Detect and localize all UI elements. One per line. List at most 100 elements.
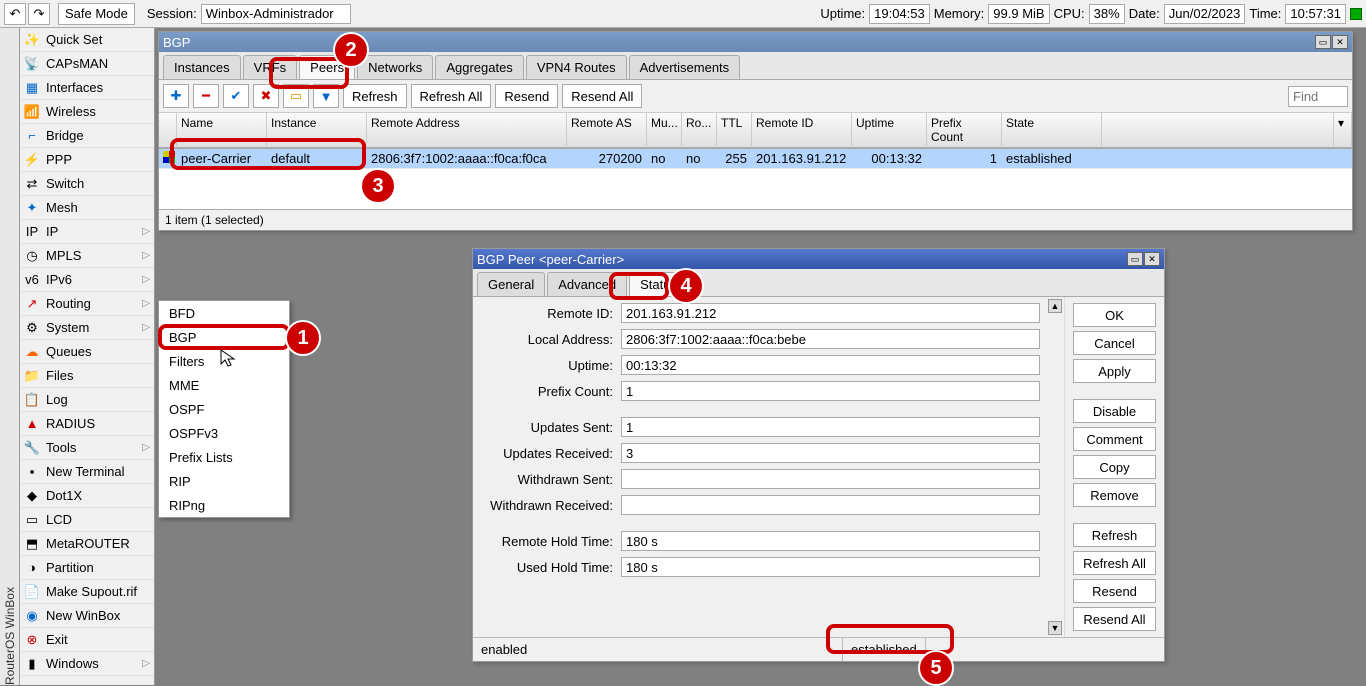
sidebar-item-interfaces[interactable]: ▦Interfaces (20, 76, 154, 100)
submenu-item-filters[interactable]: Filters (159, 349, 289, 373)
column-header[interactable]: Remote AS (567, 113, 647, 148)
field-input[interactable] (621, 303, 1040, 323)
close-icon[interactable]: ✕ (1144, 252, 1160, 266)
submenu-item-ripng[interactable]: RIPng (159, 493, 289, 517)
resend-all-button[interactable]: Resend All (562, 84, 642, 108)
sidebar-item-ppp[interactable]: ⚡PPP (20, 148, 154, 172)
table-row[interactable]: peer-Carrier default 2806:3f7:1002:aaaa:… (159, 149, 1352, 169)
sidebar-item-system[interactable]: ⚙System▷ (20, 316, 154, 340)
tab-vpn4-routes[interactable]: VPN4 Routes (526, 55, 627, 79)
sidebar-item-mesh[interactable]: ✦Mesh (20, 196, 154, 220)
sidebar-item-files[interactable]: 📁Files (20, 364, 154, 388)
refresh-button[interactable]: Refresh (343, 84, 407, 108)
comment-button[interactable]: Comment (1073, 427, 1156, 451)
sidebar-item-exit[interactable]: ⊗Exit (20, 628, 154, 652)
scroll-down-icon[interactable]: ▼ (1048, 621, 1062, 635)
sidebar-item-ipv6[interactable]: v6IPv6▷ (20, 268, 154, 292)
column-header[interactable]: Instance (267, 113, 367, 148)
refresh-all-button[interactable]: Refresh All (411, 84, 492, 108)
sidebar-item-queues[interactable]: ☁Queues (20, 340, 154, 364)
sidebar-item-quick-set[interactable]: ✨Quick Set (20, 28, 154, 52)
disable-button[interactable]: Disable (1073, 399, 1156, 423)
tab-instances[interactable]: Instances (163, 55, 241, 79)
disable-button[interactable]: ✖ (253, 84, 279, 108)
enable-button[interactable]: ✔ (223, 84, 249, 108)
submenu-item-ospf[interactable]: OSPF (159, 397, 289, 421)
sidebar-item-switch[interactable]: ⇄Switch (20, 172, 154, 196)
field-input[interactable] (621, 381, 1040, 401)
column-header[interactable]: Ro... (682, 113, 717, 148)
submenu-item-ospfv3[interactable]: OSPFv3 (159, 421, 289, 445)
session-input[interactable] (201, 4, 351, 24)
undo-button[interactable]: ↶ (4, 3, 26, 25)
sidebar-item-capsman[interactable]: 📡CAPsMAN (20, 52, 154, 76)
close-icon[interactable]: ✕ (1332, 35, 1348, 49)
remove-button[interactable]: ━ (193, 84, 219, 108)
copy-button[interactable]: Copy (1073, 455, 1156, 479)
submenu-item-bgp[interactable]: BGP (159, 325, 289, 349)
resend-all-button[interactable]: Resend All (1073, 607, 1156, 631)
column-header[interactable]: Mu... (647, 113, 682, 148)
redo-button[interactable]: ↷ (28, 3, 50, 25)
sidebar-item-tools[interactable]: 🔧Tools▷ (20, 436, 154, 460)
column-header[interactable]: Uptime (852, 113, 927, 148)
minimize-icon[interactable]: ▭ (1127, 252, 1143, 266)
minimize-icon[interactable]: ▭ (1315, 35, 1331, 49)
tab-aggregates[interactable]: Aggregates (435, 55, 524, 79)
field-input[interactable] (621, 443, 1040, 463)
peer-titlebar[interactable]: BGP Peer <peer-Carrier> ▭ ✕ (473, 249, 1164, 269)
column-header[interactable]: Name (177, 113, 267, 148)
scroll-up-icon[interactable]: ▲ (1048, 299, 1062, 313)
resend-button[interactable]: Resend (495, 84, 558, 108)
cancel-button[interactable]: Cancel (1073, 331, 1156, 355)
sidebar-item-make-supout.rif[interactable]: 📄Make Supout.rif (20, 580, 154, 604)
tab-general[interactable]: General (477, 272, 545, 296)
column-header[interactable]: Remote Address (367, 113, 567, 148)
column-header[interactable]: Remote ID (752, 113, 852, 148)
submenu-item-mme[interactable]: MME (159, 373, 289, 397)
sidebar-item-log[interactable]: 📋Log (20, 388, 154, 412)
sidebar-item-bridge[interactable]: ⌐Bridge (20, 124, 154, 148)
submenu-item-bfd[interactable]: BFD (159, 301, 289, 325)
tab-advertisements[interactable]: Advertisements (629, 55, 741, 79)
find-input[interactable] (1288, 86, 1348, 107)
sidebar-item-dot1x[interactable]: ◆Dot1X (20, 484, 154, 508)
comment-button[interactable]: ▭ (283, 84, 309, 108)
tab-advanced[interactable]: Advanced (547, 272, 627, 296)
column-header[interactable]: State (1002, 113, 1102, 148)
resend-button[interactable]: Resend (1073, 579, 1156, 603)
field-input[interactable] (621, 531, 1040, 551)
remove-button[interactable]: Remove (1073, 483, 1156, 507)
refresh-button[interactable]: Refresh (1073, 523, 1156, 547)
sidebar-item-mpls[interactable]: ◷MPLS▷ (20, 244, 154, 268)
sidebar-item-lcd[interactable]: ▭LCD (20, 508, 154, 532)
submenu-item-rip[interactable]: RIP (159, 469, 289, 493)
sidebar-item-wireless[interactable]: 📶Wireless (20, 100, 154, 124)
ok-button[interactable]: OK (1073, 303, 1156, 327)
field-input[interactable] (621, 329, 1040, 349)
tab-networks[interactable]: Networks (357, 55, 433, 79)
field-input[interactable] (621, 557, 1040, 577)
add-button[interactable]: ✚ (163, 84, 189, 108)
column-menu-icon[interactable]: ▾ (1334, 113, 1352, 148)
sidebar-item-routing[interactable]: ↗Routing▷ (20, 292, 154, 316)
sidebar-item-radius[interactable]: ▲RADIUS (20, 412, 154, 436)
field-input[interactable] (621, 355, 1040, 375)
sidebar-item-windows[interactable]: ▮Windows▷ (20, 652, 154, 676)
column-header[interactable] (159, 113, 177, 148)
column-header[interactable]: TTL (717, 113, 752, 148)
apply-button[interactable]: Apply (1073, 359, 1156, 383)
field-input[interactable] (621, 495, 1040, 515)
tab-vrfs[interactable]: VRFs (243, 55, 298, 79)
refresh-all-button[interactable]: Refresh All (1073, 551, 1156, 575)
sidebar-item-new-winbox[interactable]: ◉New WinBox (20, 604, 154, 628)
sidebar-item-partition[interactable]: ◑Partition (20, 556, 154, 580)
field-input[interactable] (621, 417, 1040, 437)
safe-mode-button[interactable]: Safe Mode (58, 3, 135, 25)
column-header[interactable]: Prefix Count (927, 113, 1002, 148)
sidebar-item-ip[interactable]: IPIP▷ (20, 220, 154, 244)
sidebar-item-metarouter[interactable]: ⬒MetaROUTER (20, 532, 154, 556)
sidebar-item-new-terminal[interactable]: ▪New Terminal (20, 460, 154, 484)
submenu-item-prefix lists[interactable]: Prefix Lists (159, 445, 289, 469)
filter-button[interactable]: ▼ (313, 84, 339, 108)
